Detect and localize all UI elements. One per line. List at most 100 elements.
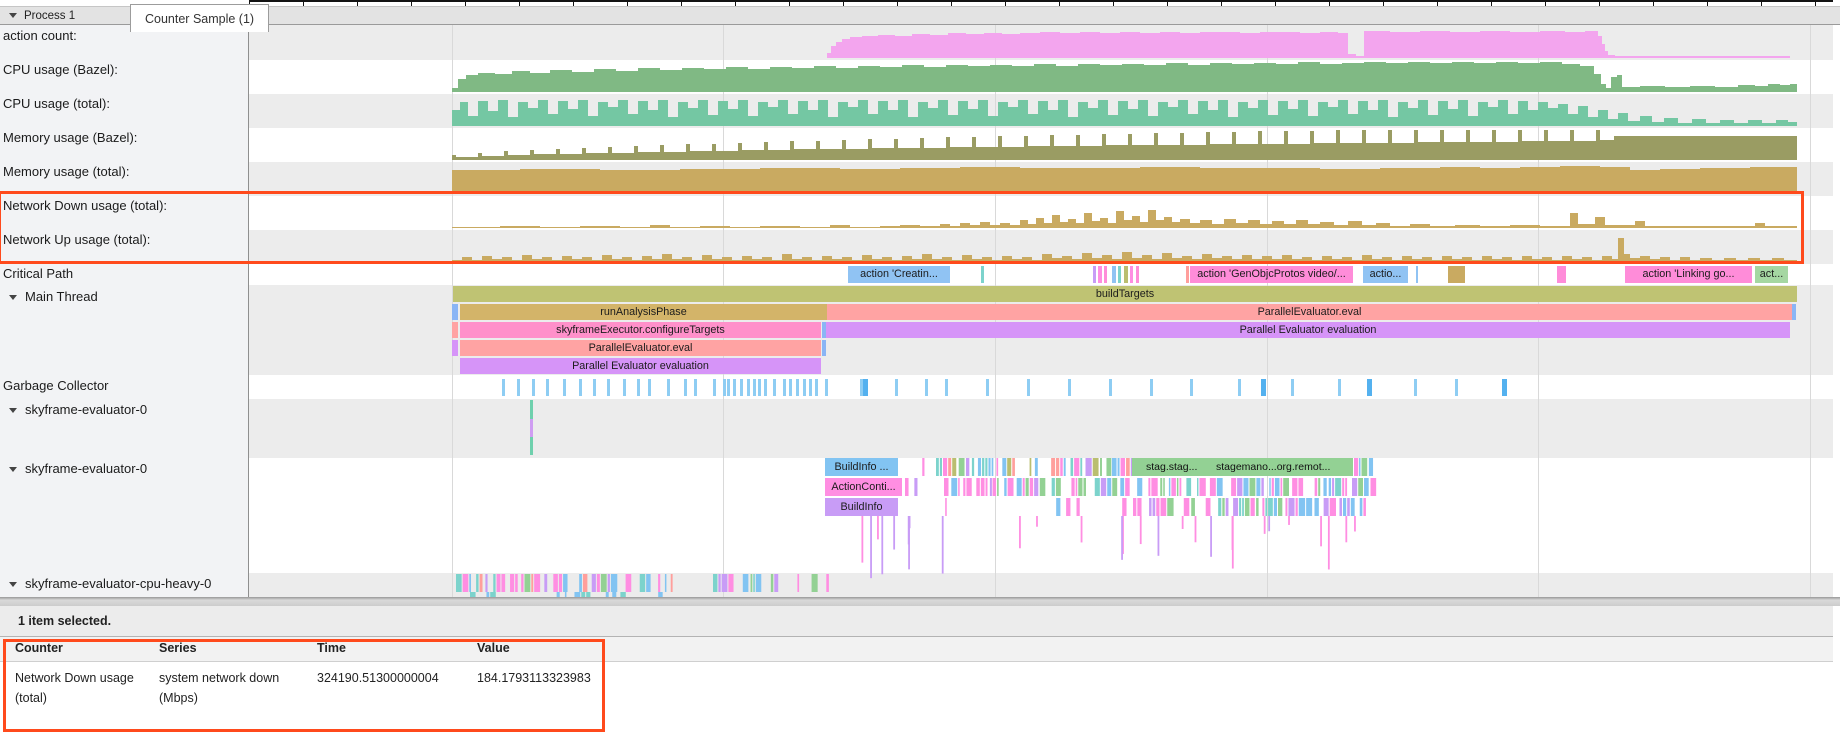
slice-cluster[interactable] — [1243, 478, 1248, 496]
slice-cluster[interactable] — [1233, 498, 1238, 516]
counter-chart-cpu-usage-total[interactable] — [452, 100, 1797, 126]
counter-chart-memory-usage-total[interactable] — [452, 166, 1797, 194]
critical-path-slice[interactable]: act... — [1755, 266, 1788, 283]
slice-cluster[interactable] — [728, 574, 733, 592]
main-thread-slice[interactable]: skyframeExecutor.configureTargets — [460, 322, 821, 338]
slice-cluster[interactable] — [1237, 478, 1242, 496]
gc-event-tick[interactable] — [546, 379, 549, 396]
slice-cluster[interactable] — [958, 478, 959, 496]
slice-cluster[interactable] — [976, 478, 980, 496]
critical-path-slice[interactable] — [981, 266, 984, 283]
slice-cluster[interactable] — [592, 574, 596, 592]
slice-cluster[interactable] — [1299, 498, 1305, 516]
slice-cluster[interactable] — [722, 574, 728, 592]
slice-cluster[interactable] — [952, 458, 956, 476]
slice-cluster[interactable] — [611, 574, 617, 592]
slice-cluster[interactable] — [1339, 498, 1342, 516]
gc-event-tick[interactable] — [733, 379, 736, 396]
slice-cluster[interactable] — [756, 574, 761, 592]
slice-cluster[interactable] — [1360, 498, 1363, 516]
slice-cluster[interactable] — [753, 574, 755, 592]
slice-cluster[interactable] — [601, 574, 607, 592]
counter-chart-action-count[interactable] — [827, 31, 1790, 58]
critical-path-slice[interactable] — [1416, 266, 1418, 283]
slice-cluster[interactable] — [1101, 478, 1106, 496]
gc-event-tick[interactable] — [1414, 379, 1417, 396]
slice-cluster[interactable] — [1269, 478, 1270, 496]
main-thread-slice[interactable]: runAnalysisPhase — [460, 304, 827, 320]
slice-cluster[interactable] — [665, 574, 666, 592]
gc-event-tick[interactable] — [925, 379, 928, 396]
slice-cluster[interactable] — [944, 478, 949, 496]
gc-event-tick[interactable] — [740, 379, 743, 396]
slice-cluster[interactable] — [1256, 498, 1258, 516]
slice-cluster[interactable] — [1076, 478, 1078, 496]
slice-cluster[interactable] — [1086, 458, 1092, 476]
slice-cluster[interactable] — [563, 574, 567, 592]
slice-cluster[interactable] — [936, 458, 939, 476]
slice-cluster[interactable] — [1118, 458, 1120, 476]
critical-path-slice[interactable] — [1136, 266, 1139, 283]
critical-path-slice[interactable] — [1130, 266, 1133, 283]
slice-cluster[interactable] — [1351, 498, 1355, 516]
evaluator-slice-staging[interactable]: stag.stag...stagemano...org.remot... — [1132, 458, 1353, 476]
track-label-main-thread[interactable]: Main Thread — [0, 289, 246, 304]
slice-cluster[interactable] — [646, 574, 650, 592]
slice-cluster[interactable] — [1169, 478, 1170, 496]
slice-cluster[interactable] — [1352, 478, 1357, 496]
gc-event-tick[interactable] — [532, 379, 535, 396]
slice-cluster[interactable] — [1071, 458, 1074, 476]
main-thread-slice[interactable]: buildTargets — [453, 286, 1797, 302]
slice-cluster[interactable] — [718, 574, 720, 592]
slice-cluster[interactable] — [658, 574, 660, 592]
slice-cluster[interactable] — [1066, 498, 1070, 516]
slice-cluster[interactable] — [905, 478, 909, 496]
gc-event-tick[interactable] — [809, 379, 812, 396]
slice-cluster[interactable] — [1359, 458, 1360, 476]
slice-cluster[interactable] — [943, 458, 947, 476]
slice-cluster[interactable] — [1296, 498, 1298, 516]
slice-cluster[interactable] — [1112, 478, 1117, 496]
slice-cluster[interactable] — [553, 574, 558, 592]
gc-event-tick[interactable] — [1291, 379, 1294, 396]
slice-cluster[interactable] — [1345, 478, 1347, 496]
slice-cluster[interactable] — [1242, 498, 1244, 516]
gc-event-tick[interactable] — [753, 379, 756, 396]
slice-cluster[interactable] — [1354, 458, 1358, 476]
slice-cluster[interactable] — [951, 478, 957, 496]
slice-cluster[interactable] — [774, 574, 778, 592]
slice-cluster[interactable] — [1051, 458, 1055, 476]
main-thread-slice[interactable] — [452, 322, 458, 338]
slice-cluster[interactable] — [1083, 478, 1086, 496]
slice-cluster[interactable] — [922, 458, 924, 476]
slice-cluster[interactable] — [1153, 498, 1156, 516]
critical-path-slice[interactable]: actio... — [1363, 266, 1408, 283]
slice-cluster[interactable] — [1245, 498, 1250, 516]
slice-cluster[interactable] — [981, 478, 985, 496]
slice-cluster[interactable] — [986, 478, 988, 496]
collapse-arrow-icon[interactable] — [9, 467, 17, 472]
main-thread-slice[interactable]: ParallelEvaluator.eval — [827, 304, 1792, 320]
counter-chart-network-down-usage-total[interactable] — [452, 210, 1797, 228]
main-thread-slice[interactable] — [1792, 304, 1796, 320]
slice-cluster[interactable] — [1278, 498, 1282, 516]
slice-cluster[interactable] — [1292, 478, 1297, 496]
slice-cluster[interactable] — [1012, 458, 1015, 476]
slice-cluster[interactable] — [1329, 478, 1331, 496]
slice-cluster[interactable] — [1106, 458, 1111, 476]
slice-cluster[interactable] — [1347, 498, 1350, 516]
slice-cluster[interactable] — [1080, 458, 1082, 476]
gc-event-tick[interactable] — [667, 379, 670, 396]
slice-cluster[interactable] — [1184, 498, 1190, 516]
slice-cluster[interactable] — [948, 458, 951, 476]
slice-cluster[interactable] — [463, 574, 469, 592]
slice-cluster[interactable] — [1026, 478, 1029, 496]
slice-cluster[interactable] — [608, 574, 610, 592]
slice-cluster[interactable] — [1149, 498, 1151, 516]
slice-cluster[interactable] — [1330, 498, 1336, 516]
slice-cluster[interactable] — [1197, 478, 1198, 496]
slice-cluster[interactable] — [1298, 478, 1303, 496]
track-label-skyframe-evaluator-cpu-heavy-0[interactable]: skyframe-evaluator-cpu-heavy-0 — [0, 576, 246, 591]
main-thread-slice[interactable]: Parallel Evaluator evaluation — [826, 322, 1790, 338]
slice-cluster[interactable] — [544, 574, 547, 592]
